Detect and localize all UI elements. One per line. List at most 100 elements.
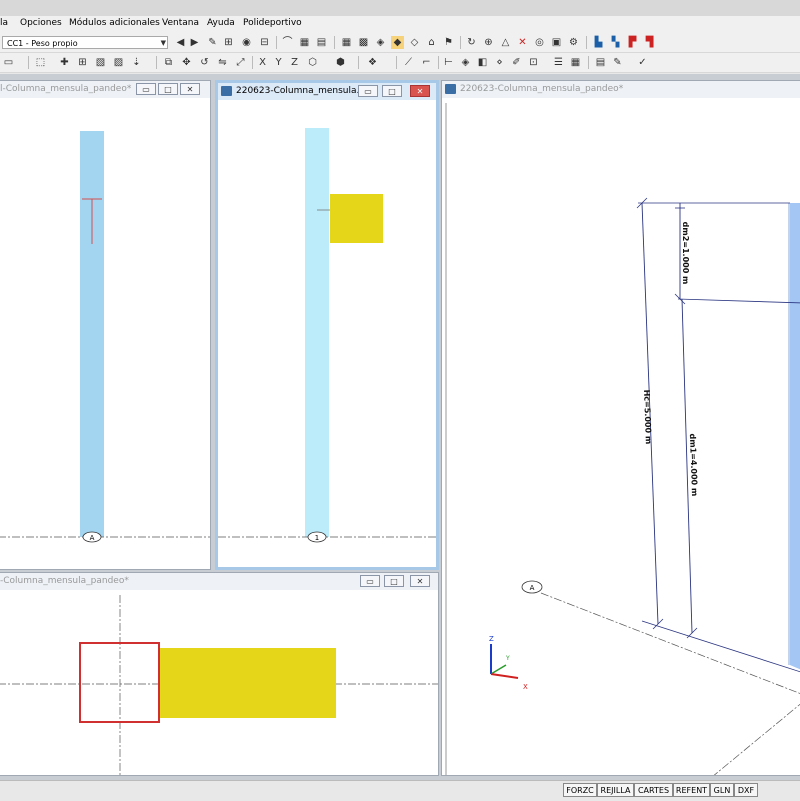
front-view-canvas[interactable]: A: [0, 81, 211, 570]
copy-icon[interactable]: ⧉: [162, 56, 175, 69]
grid-line: [540, 592, 800, 694]
toolbar-primary: CC1 - Peso propio ▼ ◀ ▶ ✎ ⊞ ◉ ⊟ ⌒ ▦ ▤ ▦ …: [0, 33, 800, 53]
list-icon[interactable]: ☰: [552, 56, 565, 69]
flag-icon[interactable]: ⚑: [442, 36, 455, 49]
grid-icon[interactable]: ▦: [298, 36, 311, 49]
export-icon[interactable]: ▙: [592, 36, 605, 49]
solid-add-icon[interactable]: ▨: [112, 56, 125, 69]
delete-icon[interactable]: ✕: [516, 36, 529, 49]
support-icon[interactable]: △: [499, 36, 512, 49]
snap-icon[interactable]: ⋄: [493, 56, 506, 69]
column-member[interactable]: [80, 131, 104, 537]
guide-icon[interactable]: ⊢: [442, 56, 455, 69]
axis-z-icon[interactable]: Z: [288, 56, 301, 69]
window-front-view[interactable]: l-Columna_mensula_pandeo* ▭ □ ✕ A: [0, 80, 211, 570]
plane-icon[interactable]: ◈: [459, 56, 472, 69]
dim-base-line: [641, 620, 800, 673]
hinge-icon[interactable]: ⊕: [482, 36, 495, 49]
table-grid-icon[interactable]: ▦: [569, 56, 582, 69]
mesh-icon[interactable]: ▩: [357, 36, 370, 49]
window-side-view[interactable]: 220623-Columna_mensula... ▭ □ ✕ 1: [215, 80, 439, 570]
grid-label: A: [530, 584, 535, 592]
column-section[interactable]: [79, 642, 160, 723]
eye-icon[interactable]: ◉: [240, 36, 253, 49]
layers-icon[interactable]: ❖: [366, 56, 379, 69]
grid-label: 1: [315, 534, 319, 542]
line-icon[interactable]: ⌐: [420, 56, 433, 69]
menu-item-addon-modules[interactable]: Módulos adicionales: [69, 18, 160, 28]
numbering-icon[interactable]: ⊞: [222, 36, 235, 49]
menu-item-file[interactable]: la: [0, 18, 8, 28]
status-tab-rejilla[interactable]: REJILLA: [597, 783, 634, 797]
help-icon[interactable]: ▜: [643, 36, 656, 49]
view-icon[interactable]: ▦: [340, 36, 353, 49]
axis-y-icon[interactable]: Y: [272, 56, 285, 69]
render-icon[interactable]: ◈: [374, 36, 387, 49]
axis-triad: Z Y X: [489, 635, 528, 691]
status-tab-forzc[interactable]: FORZC: [563, 783, 597, 797]
window-plan-view[interactable]: -Columna_mensula_pandeo* ▭ □ ✕: [0, 572, 439, 776]
member-add-icon[interactable]: ⊞: [76, 56, 89, 69]
active-view-icon[interactable]: ◆: [391, 36, 404, 49]
note-icon[interactable]: ▤: [594, 56, 607, 69]
paint-icon[interactable]: ✎: [611, 56, 624, 69]
load-add-icon[interactable]: ⇣: [130, 56, 143, 69]
move-icon[interactable]: ✥: [180, 56, 193, 69]
report-icon[interactable]: ▚: [609, 36, 622, 49]
window-3d-view[interactable]: 220623-Columna_mensula_pandeo* dm2=1.000…: [441, 80, 800, 776]
dim-dm2-label: dm2=1.000 m: [681, 222, 690, 285]
load-case-select[interactable]: CC1 - Peso propio ▼: [2, 36, 168, 49]
status-tab-dxf[interactable]: DXF: [734, 783, 758, 797]
frame-icon[interactable]: ▤: [315, 36, 328, 49]
3d-view-canvas[interactable]: dm2=1.000 m Hc=5.000 m dm1=4.000 m A Z Y…: [442, 81, 800, 776]
menu-item-options[interactable]: Opciones: [20, 18, 62, 28]
rotate-icon[interactable]: ↺: [198, 56, 211, 69]
y-axis-label: Y: [505, 655, 510, 662]
pin-icon[interactable]: ✎: [206, 36, 219, 49]
settings-icon[interactable]: ⚙: [567, 36, 580, 49]
plan-view-canvas[interactable]: [0, 573, 439, 776]
surface-add-icon[interactable]: ▧: [94, 56, 107, 69]
next-arrow-icon[interactable]: ▶: [188, 36, 201, 49]
top-strip: [0, 0, 800, 16]
load-block[interactable]: [160, 648, 336, 718]
building-icon[interactable]: ⌂: [425, 36, 438, 49]
beam-icon[interactable]: ⌒: [281, 36, 294, 49]
table-icon[interactable]: ▣: [550, 36, 563, 49]
results-icon[interactable]: ⊟: [258, 36, 271, 49]
cursor-icon[interactable]: ✐: [510, 56, 523, 69]
iso-icon[interactable]: ⬡: [306, 56, 319, 69]
load-case-value: CC1 - Peso propio: [7, 39, 78, 48]
column-3d[interactable]: [790, 203, 800, 671]
check-icon[interactable]: ✓: [636, 56, 649, 69]
side-view-canvas[interactable]: 1: [218, 83, 436, 567]
z-axis-label: Z: [489, 635, 494, 643]
menu-item-window[interactable]: Ventana: [162, 18, 199, 28]
status-tab-cartes[interactable]: CARTES: [634, 783, 673, 797]
menu-item-help[interactable]: Ayuda: [207, 18, 235, 28]
x-axis-arrow: [490, 673, 519, 679]
workspace: l-Columna_mensula_pandeo* ▭ □ ✕ A 220623…: [0, 74, 800, 780]
prev-arrow-icon[interactable]: ◀: [174, 36, 187, 49]
open-folder-icon[interactable]: ▭: [2, 56, 15, 69]
node-add-icon[interactable]: ✚: [58, 56, 71, 69]
load-block[interactable]: [330, 194, 383, 243]
axis-x-icon[interactable]: X: [256, 56, 269, 69]
target-icon[interactable]: ◎: [533, 36, 546, 49]
menu-item-polideportivo[interactable]: Polideportivo: [243, 18, 302, 28]
column-member[interactable]: [305, 128, 329, 537]
status-tab-gln[interactable]: GLN: [710, 783, 734, 797]
status-tab-refent[interactable]: REFENT: [673, 783, 710, 797]
grid-label: A: [90, 534, 95, 542]
measure-icon[interactable]: ⊡: [527, 56, 540, 69]
scale-icon[interactable]: ⤢: [234, 56, 247, 69]
view-dir-icon[interactable]: ⬢: [334, 56, 347, 69]
select-icon[interactable]: ⬚: [34, 56, 47, 69]
solid-icon[interactable]: ◇: [408, 36, 421, 49]
status-bar: FORZC REJILLA CARTES REFENT GLN DXF: [0, 780, 800, 801]
dimension-icon[interactable]: ⟋: [402, 56, 415, 69]
print-icon[interactable]: ▛: [626, 36, 639, 49]
node-icon[interactable]: ↻: [465, 36, 478, 49]
cube-icon[interactable]: ◧: [476, 56, 489, 69]
mirror-icon[interactable]: ⇋: [216, 56, 229, 69]
